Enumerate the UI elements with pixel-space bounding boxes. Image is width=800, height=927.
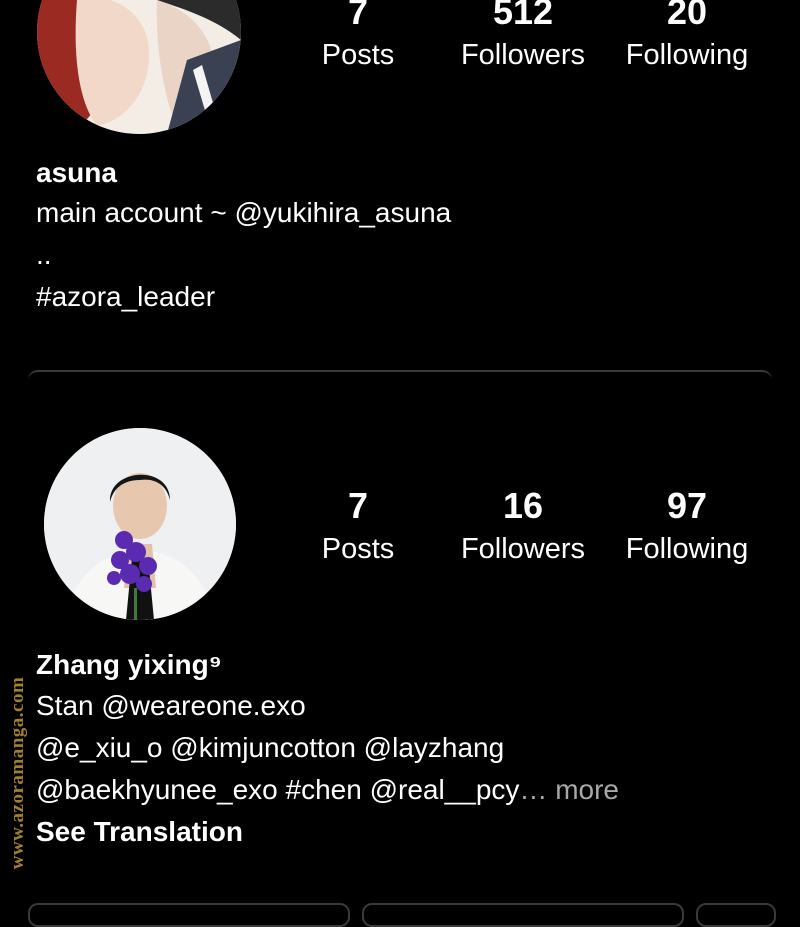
more-link[interactable]: more <box>555 774 619 805</box>
bio-line[interactable]: #azora_leader <box>36 280 215 314</box>
see-translation-link[interactable]: See Translation <box>36 815 243 849</box>
profile-avatar[interactable] <box>44 428 236 620</box>
profile-card-asuna: 7 Posts 512 Followers 20 Following asuna… <box>0 0 800 372</box>
stat-posts-label: Posts <box>321 533 395 565</box>
profile-name: asuna <box>36 157 117 188</box>
bio-line[interactable]: @e_xiu_o @kimjuncotton @layzhang <box>36 731 504 765</box>
stat-following[interactable]: 97 Following <box>612 486 762 566</box>
stat-following-count: 20 <box>666 0 708 32</box>
bio-line[interactable]: Stan @weareone.exo <box>36 689 306 723</box>
stat-posts-label: Posts <box>321 39 395 71</box>
stat-followers-label: Followers <box>460 533 586 565</box>
watermark-text: www.azoramanga.com <box>7 676 28 870</box>
more-ellipsis: … <box>519 774 548 805</box>
stat-followers-count: 16 <box>502 485 544 526</box>
bio-line-text[interactable]: @baekhyunee_exo #chen @real__pcy <box>36 774 519 805</box>
suggested-button[interactable] <box>696 903 776 927</box>
stat-posts-count: 7 <box>347 0 369 32</box>
bio-line-truncated: @baekhyunee_exo #chen @real__pcy… more <box>36 773 619 807</box>
stat-following-label: Following <box>625 39 749 71</box>
stat-posts[interactable]: 7 Posts <box>283 0 433 72</box>
bio-line: main account ~ @yukihira_asuna <box>36 197 452 228</box>
stat-following-count: 97 <box>666 485 708 526</box>
stat-followers-count: 512 <box>492 0 554 32</box>
follow-button[interactable] <box>28 903 350 927</box>
profile-card-zhang-yixing: 7 Posts 16 Followers 97 Following Zhang … <box>0 372 800 910</box>
profile-name: Zhang yixing⁹ <box>36 649 222 680</box>
bio-line: .. <box>36 239 52 270</box>
stat-posts-count: 7 <box>347 485 369 526</box>
stat-following[interactable]: 20 Following <box>612 0 762 72</box>
profile-avatar[interactable] <box>37 0 241 134</box>
avatar-illustration <box>37 0 241 134</box>
stat-following-label: Following <box>625 533 749 565</box>
stat-followers[interactable]: 512 Followers <box>448 0 598 72</box>
stat-followers[interactable]: 16 Followers <box>448 486 598 566</box>
stat-followers-label: Followers <box>460 39 586 71</box>
message-button[interactable] <box>362 903 684 927</box>
avatar-photo <box>44 428 236 620</box>
stat-posts[interactable]: 7 Posts <box>283 486 433 566</box>
